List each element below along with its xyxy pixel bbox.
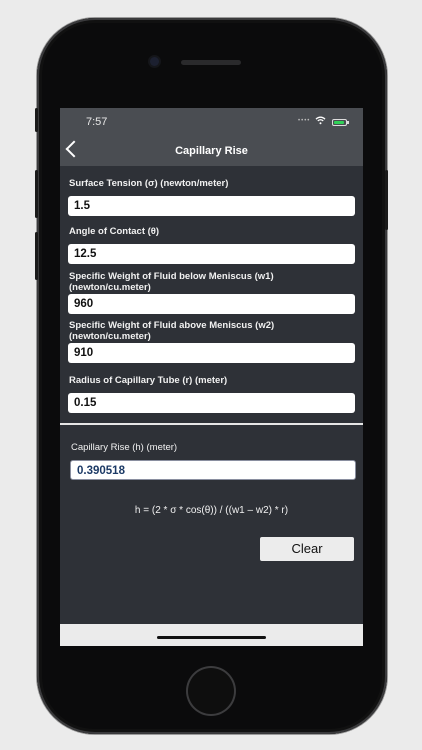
earpiece-speaker (181, 60, 241, 65)
volume-down-button (35, 232, 38, 280)
home-indicator[interactable] (157, 636, 266, 639)
bottom-bar (60, 624, 363, 646)
w1-input[interactable]: 960 (68, 294, 355, 314)
clear-button[interactable]: Clear (260, 537, 354, 561)
status-bar: 7:57 •••• (60, 108, 363, 136)
page-title: Capillary Rise (175, 145, 248, 157)
volume-up-button (35, 170, 38, 218)
angle-of-contact-input[interactable]: 12.5 (68, 244, 355, 264)
wifi-icon (315, 116, 326, 127)
power-button (385, 170, 388, 230)
front-camera (150, 57, 159, 66)
navigation-bar: Capillary Rise (60, 136, 363, 166)
radius-label: Radius of Capillary Tube (r) (meter) (69, 375, 228, 386)
formula-text: h = (2 * σ * cos(θ)) / ((w1 – w2) * r) (134, 505, 289, 516)
result-output: 0.390518 (70, 460, 356, 480)
surface-tension-label: Surface Tension (σ) (newton/meter) (69, 178, 229, 189)
status-time: 7:57 (86, 116, 108, 128)
section-divider (60, 423, 363, 425)
signal-icon: •••• (298, 118, 311, 124)
surface-tension-input[interactable]: 1.5 (68, 196, 355, 216)
w2-label: Specific Weight of Fluid above Meniscus … (69, 320, 275, 342)
app-screen: 7:57 •••• Capillary Rise Surface Tension… (60, 108, 363, 646)
w1-label: Specific Weight of Fluid below Meniscus … (69, 271, 274, 293)
mute-switch (35, 108, 38, 132)
angle-of-contact-label: Angle of Contact (θ) (69, 226, 160, 237)
battery-icon (332, 119, 349, 126)
home-button[interactable] (186, 666, 236, 716)
radius-input[interactable]: 0.15 (68, 393, 355, 413)
w2-input[interactable]: 910 (68, 343, 355, 363)
result-label: Capillary Rise (h) (meter) (71, 442, 178, 453)
